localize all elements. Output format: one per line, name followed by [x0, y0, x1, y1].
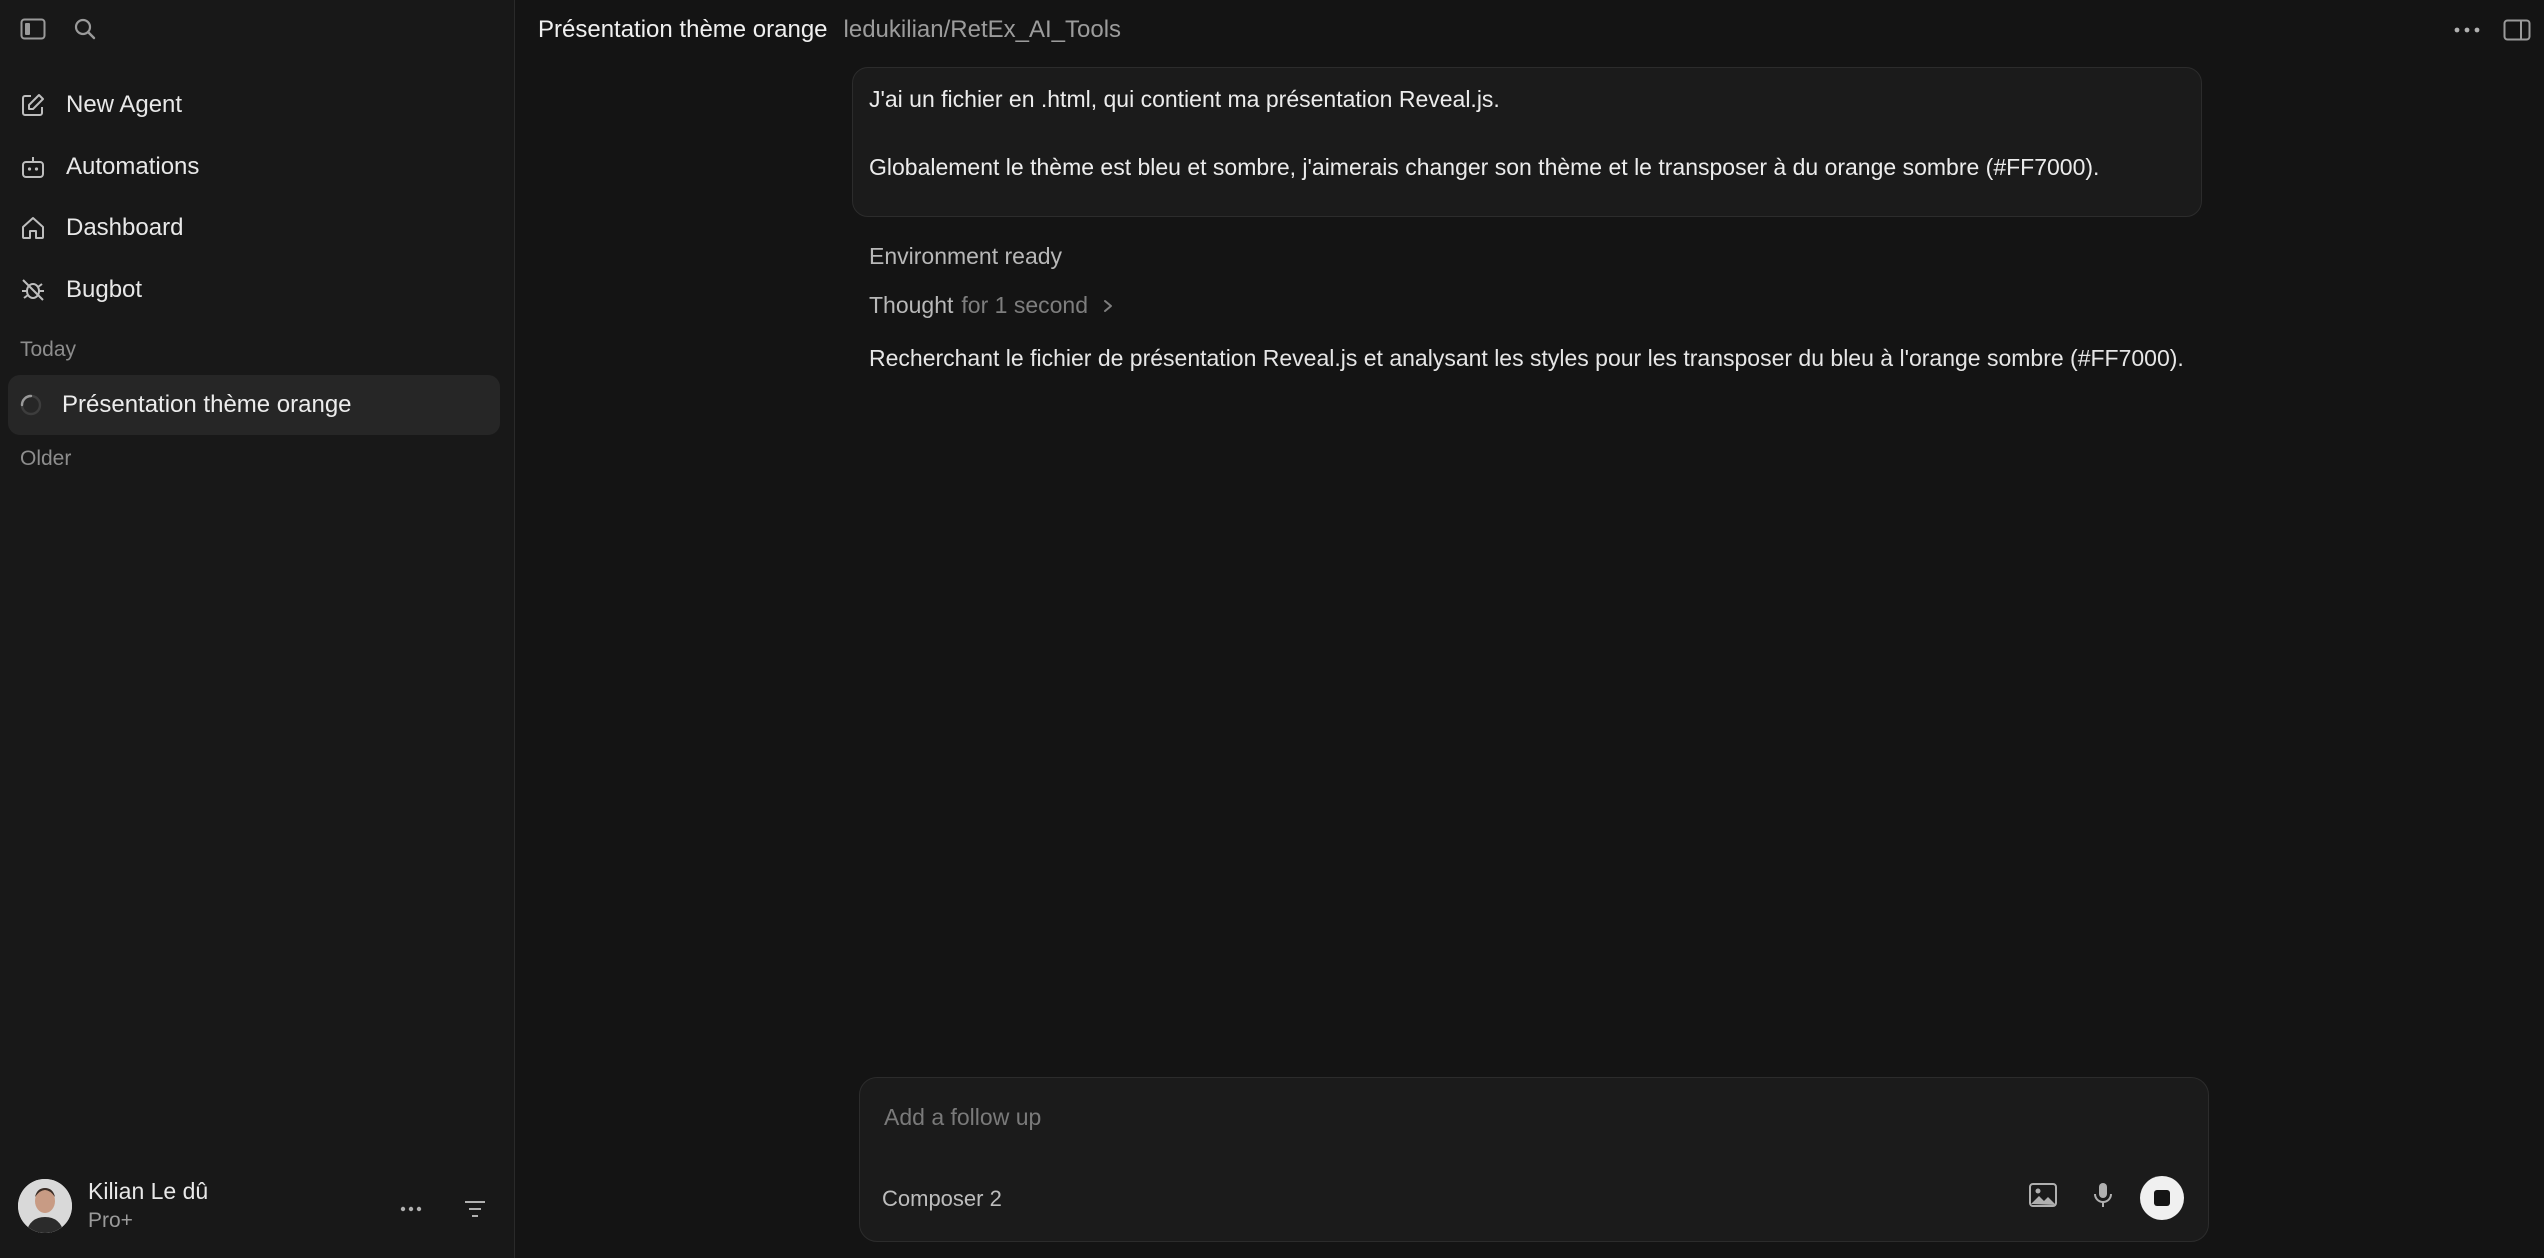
- user-name: Kilian Le dû: [88, 1178, 209, 1204]
- header: Présentation thème orange ledukilian/Ret…: [516, 0, 2544, 60]
- chat-item-active[interactable]: Présentation thème orange: [8, 375, 500, 435]
- thought-toggle[interactable]: Thought for 1 second: [869, 292, 1114, 319]
- chat-item-label: Présentation thème orange: [62, 391, 352, 418]
- user-message-line: J'ai un fichier en .html, qui contient m…: [869, 86, 1500, 112]
- sidebar-item-automations[interactable]: Automations: [8, 139, 500, 195]
- sidebar: New Agent Automations Dashboard Bugbot T…: [0, 0, 515, 1258]
- section-older[interactable]: Older: [20, 447, 71, 471]
- more-options-icon[interactable]: [396, 1194, 426, 1224]
- stop-icon: [2154, 1190, 2170, 1206]
- thought-label: Thought: [869, 292, 954, 318]
- microphone-icon[interactable]: [2088, 1180, 2118, 1210]
- model-selector[interactable]: Composer 2: [882, 1186, 1002, 1212]
- more-options-icon[interactable]: [2452, 15, 2482, 45]
- page-title: Présentation thème orange: [538, 16, 828, 43]
- toggle-panel-icon[interactable]: [2502, 15, 2532, 45]
- home-icon: [18, 213, 48, 243]
- loading-spinner-icon: [20, 394, 42, 416]
- search-icon[interactable]: [70, 14, 100, 44]
- chevron-right-icon: [1102, 299, 1114, 313]
- sidebar-item-bugbot[interactable]: Bugbot: [8, 262, 500, 318]
- sidebar-item-label: Bugbot: [66, 276, 143, 303]
- user-profile[interactable]: Kilian Le dû Pro+: [18, 1178, 208, 1233]
- sidebar-item-label: Automations: [66, 153, 200, 180]
- edit-icon: [18, 90, 48, 120]
- assistant-response: Recherchant le fichier de présentation R…: [869, 345, 2184, 371]
- robot-icon: [18, 152, 48, 182]
- stop-button[interactable]: [2140, 1176, 2184, 1220]
- sidebar-top-icons: [18, 14, 100, 44]
- follow-up-input[interactable]: [882, 1098, 2086, 1136]
- sidebar-item-label: New Agent: [66, 91, 183, 118]
- bug-off-icon: [18, 275, 48, 305]
- image-icon[interactable]: [2028, 1180, 2058, 1210]
- composer: Composer 2: [859, 1077, 2209, 1242]
- sidebar-item-label: Dashboard: [66, 214, 184, 241]
- user-message: J'ai un fichier en .html, qui contient m…: [852, 67, 2202, 217]
- sidebar-item-new-agent[interactable]: New Agent: [8, 77, 500, 133]
- toggle-sidebar-icon[interactable]: [18, 14, 48, 44]
- user-message-line: Globalement le thème est bleu et sombre,…: [869, 154, 2100, 180]
- repository-link[interactable]: ledukilian/RetEx_AI_Tools: [844, 16, 1122, 44]
- thought-duration: for 1 second: [961, 292, 1088, 318]
- section-today: Today: [20, 338, 77, 361]
- environment-status: Environment ready: [869, 243, 1063, 269]
- avatar: [18, 1178, 72, 1233]
- filter-icon[interactable]: [460, 1194, 490, 1224]
- sidebar-item-dashboard[interactable]: Dashboard: [8, 200, 500, 256]
- user-plan: Pro+: [88, 1209, 133, 1232]
